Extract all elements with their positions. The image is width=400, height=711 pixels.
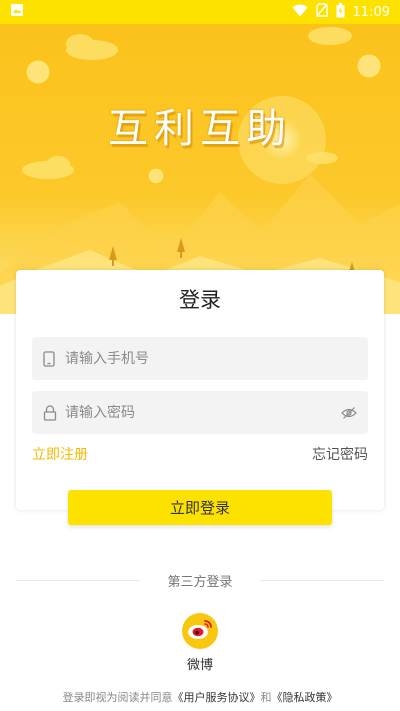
no-sim-icon [315, 3, 328, 21]
forgot-password-link[interactable]: 忘记密码 [312, 444, 368, 464]
register-link[interactable]: 立即注册 [32, 444, 88, 464]
status-bar: 11:09 [0, 0, 400, 24]
agreement-conjunction: 和 [260, 691, 272, 704]
agreement-prefix: 登录即视为阅读并同意 [62, 691, 173, 704]
login-card: 登录 立即注册 忘记密码 [16, 270, 384, 510]
weibo-icon [187, 618, 213, 644]
weibo-label: 微博 [186, 658, 213, 673]
battery-icon [336, 2, 345, 22]
login-title: 登录 [179, 288, 221, 312]
divider-right [260, 580, 384, 581]
weibo-login-button[interactable] [182, 613, 218, 649]
wifi-icon [292, 4, 308, 21]
password-input[interactable] [63, 403, 307, 422]
phone-icon [43, 350, 57, 367]
user-agreement-link[interactable]: 《用户服务协议》 [173, 691, 261, 704]
eye-icon[interactable] [341, 405, 357, 424]
phone-field[interactable] [32, 337, 368, 380]
phone-input[interactable] [63, 349, 307, 368]
hero-title: 互利互助 [108, 106, 292, 152]
privacy-policy-link[interactable]: 《隐私政策》 [272, 691, 338, 704]
login-button[interactable]: 立即登录 [68, 490, 332, 525]
image-icon [10, 3, 24, 21]
password-field[interactable] [32, 391, 368, 434]
agreement-text: 登录即视为阅读并同意《用户服务协议》和《隐私政策》 [0, 689, 400, 705]
status-time: 11:09 [352, 4, 390, 20]
lock-icon [43, 404, 57, 421]
